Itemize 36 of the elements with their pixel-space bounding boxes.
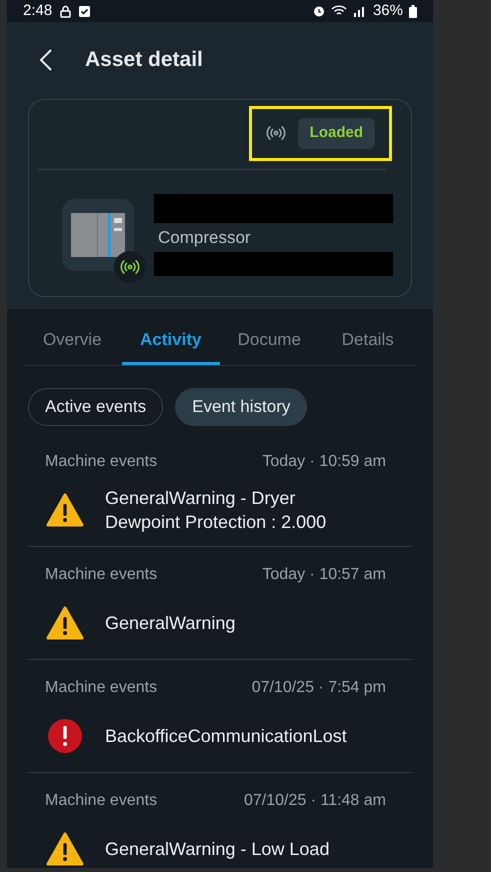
tab[interactable]: Overvie	[23, 317, 122, 365]
filter-chip[interactable]: Event history	[175, 388, 308, 426]
alarm-icon	[312, 5, 325, 17]
event-category: Machine events	[45, 565, 158, 585]
event-title: GeneralWarning - Dryer Dewpoint Protection : 2.000	[105, 487, 328, 534]
event-time: Today · 10:57 am	[262, 565, 386, 585]
event-category: Machine events	[45, 452, 158, 472]
warning-icon	[46, 493, 84, 527]
wifi-icon	[330, 5, 347, 17]
event-title: BackofficeCommunicationLost	[105, 725, 348, 748]
tab[interactable]: Docume	[220, 317, 318, 365]
back-icon	[39, 48, 53, 72]
event-category: Machine events	[45, 678, 158, 698]
signal-icon	[352, 5, 367, 17]
battery-icon	[409, 4, 417, 18]
event-title: GeneralWarning - Low Load	[105, 838, 330, 861]
checkbox-icon	[79, 6, 90, 16]
event-time: Today · 10:59 am	[262, 452, 386, 472]
lock-icon	[60, 4, 72, 18]
clock-text: 2:48	[23, 0, 52, 21]
event-category: Machine events	[45, 791, 158, 811]
warning-icon	[46, 606, 84, 640]
tab[interactable]: Details	[318, 317, 417, 365]
filter-chip[interactable]: Active events	[28, 388, 164, 426]
event-time: 07/10/25 · 7:54 pm	[252, 678, 386, 698]
error-icon	[47, 718, 83, 754]
event-title: GeneralWarning	[105, 612, 236, 635]
compressor-icon	[71, 212, 125, 257]
back-button[interactable]	[39, 48, 53, 72]
status-badge: Loaded	[298, 118, 375, 148]
tab[interactable]: Activity	[122, 317, 220, 365]
page-title: Asset detail	[85, 46, 203, 73]
signal-icon	[266, 126, 286, 140]
battery-text: 36%	[372, 0, 403, 21]
event-time: 07/10/25 · 11:48 am	[244, 791, 386, 811]
asset-type: Compressor	[157, 226, 252, 248]
